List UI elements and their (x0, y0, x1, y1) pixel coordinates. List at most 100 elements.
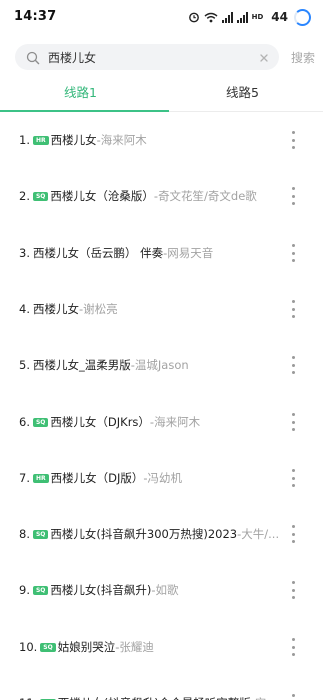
search-button[interactable]: 搜索 (291, 49, 315, 66)
more-options-icon[interactable] (287, 413, 299, 431)
more-options-icon[interactable] (287, 638, 299, 656)
song-number: 3. (19, 246, 30, 260)
song-item[interactable]: 4. 西楼儿女 - 谢松亮 (0, 281, 323, 337)
song-item[interactable]: 11.SQ西楼儿女(抖音飙升)会合曼畅听完整版-安... (0, 675, 323, 700)
song-number: 9. (19, 583, 30, 597)
song-number: 10. (19, 640, 38, 654)
more-dot (291, 202, 295, 205)
network-type-label: HD (251, 12, 264, 21)
more-dot (291, 484, 295, 487)
song-info: 2. SQ 西楼儿女（沧桑版） - 奇文花笙/奇文de歌 (19, 168, 281, 224)
song-info: 7. HR 西楼儿女（DJ版） - 冯幼机 (19, 450, 281, 506)
more-dot (291, 476, 295, 480)
more-dot (291, 532, 295, 536)
more-dot (291, 540, 295, 543)
song-artist: 大牛/... (241, 527, 280, 541)
song-item[interactable]: 6. SQ 西楼儿女（DJKrs） - 海来阿木 (0, 394, 323, 450)
more-dot (291, 244, 295, 247)
status-bar: 14:37 HD 44 (0, 0, 323, 34)
song-item[interactable]: 9. SQ 西楼儿女(抖音飙升) - 如歌 (0, 562, 323, 618)
more-options-icon[interactable] (287, 469, 299, 487)
song-item[interactable]: 5. 西楼儿女_温柔男版 - 温城Jason (0, 337, 323, 393)
more-dot (291, 596, 295, 599)
song-info: 10. SQ 姑娘别哭泣 - 张耀迪 (19, 619, 281, 675)
more-dot (291, 413, 295, 416)
more-dot (291, 194, 295, 198)
song-artist: 安... (255, 695, 277, 700)
song-info: 11.SQ西楼儿女(抖音飙升)会合曼畅听完整版-安... (19, 675, 281, 700)
song-number: 5. (19, 358, 30, 372)
song-number: 7. (19, 471, 30, 485)
alarm-icon (188, 11, 200, 23)
song-number: 4. (19, 302, 30, 316)
song-info: 8. SQ 西楼儿女(抖音飙升300万热搜)2023- 大牛/... (19, 506, 281, 562)
song-number: 11. (19, 696, 37, 700)
tab-route-1[interactable]: 线路1 (0, 78, 161, 112)
song-item[interactable]: 1. HR 西楼儿女 - 海来阿木 (0, 112, 323, 168)
more-dot (291, 420, 295, 424)
more-options-icon[interactable] (287, 244, 299, 262)
clear-icon[interactable] (257, 50, 271, 64)
song-item[interactable]: 3. 西楼儿女（岳云鹏） 伴奏 - 网易天音 (0, 225, 323, 281)
more-dot (291, 356, 295, 359)
signal-icon (221, 11, 233, 23)
more-dot (291, 187, 295, 190)
song-title: 西楼儿女(抖音飙升) (50, 583, 152, 597)
route-tabs: 线路1 线路5 (0, 78, 323, 112)
search-icon (26, 50, 40, 65)
song-title: 西楼儿女 (50, 133, 97, 147)
song-title: 西楼儿女 (32, 302, 79, 316)
song-title: 西楼儿女（DJ版） (50, 471, 144, 485)
song-number: 1. (19, 133, 30, 147)
song-title: 西楼儿女_温柔男版 (32, 358, 131, 372)
more-dot (291, 469, 295, 472)
quality-badge: SQ (32, 529, 49, 539)
more-dot (291, 307, 295, 311)
more-dot (291, 251, 295, 255)
more-dot (291, 315, 295, 318)
more-options-icon[interactable] (287, 356, 299, 374)
more-dot (291, 131, 295, 134)
quality-badge: SQ (32, 191, 49, 201)
search-input[interactable] (48, 44, 248, 70)
song-artist: 网易天音 (167, 246, 214, 260)
battery-icon (294, 8, 311, 26)
signal-icon-2 (236, 11, 248, 23)
more-options-icon[interactable] (287, 525, 299, 543)
song-title: 西楼儿女（DJKrs） (50, 415, 150, 429)
song-info: 5. 西楼儿女_温柔男版 - 温城Jason (19, 337, 281, 393)
song-info: 6. SQ 西楼儿女（DJKrs） - 海来阿木 (19, 394, 281, 450)
song-title: 西楼儿女(抖音飙升)会合曼畅听完整版 (58, 695, 251, 700)
song-artist: 温城Jason (134, 358, 189, 372)
song-item[interactable]: 2. SQ 西楼儿女（沧桑版） - 奇文花笙/奇文de歌 (0, 168, 323, 224)
quality-badge: HR (32, 135, 49, 145)
more-options-icon[interactable] (287, 581, 299, 599)
more-dot (291, 371, 295, 374)
song-artist: 谢松亮 (83, 302, 118, 316)
more-dot (291, 146, 295, 149)
song-artist: 奇文花笙/奇文de歌 (158, 189, 257, 203)
more-dot (291, 525, 295, 528)
more-dot (291, 300, 295, 303)
battery-level: 44 (271, 10, 288, 24)
quality-badge: SQ (32, 417, 49, 427)
tab-route-5[interactable]: 线路5 (162, 78, 323, 112)
song-info: 9. SQ 西楼儿女(抖音飙升) - 如歌 (19, 562, 281, 618)
song-title: 西楼儿女(抖音飙升300万热搜)2023 (50, 527, 238, 541)
song-artist: 海来阿木 (100, 133, 147, 147)
more-options-icon[interactable] (287, 300, 299, 318)
more-options-icon[interactable] (287, 131, 299, 149)
song-item[interactable]: 10. SQ 姑娘别哭泣 - 张耀迪 (0, 619, 323, 675)
song-number: 8. (19, 527, 30, 541)
song-item[interactable]: 8. SQ 西楼儿女(抖音飙升300万热搜)2023- 大牛/... (0, 506, 323, 562)
song-number: 2. (19, 189, 30, 203)
song-item[interactable]: 7. HR 西楼儿女（DJ版） - 冯幼机 (0, 450, 323, 506)
status-icons: HD 44 (188, 8, 311, 26)
song-artist: 如歌 (155, 583, 179, 597)
more-options-icon[interactable] (287, 187, 299, 205)
search-bar[interactable] (15, 44, 279, 70)
song-artist: 海来阿木 (154, 415, 201, 429)
song-info: 1. HR 西楼儿女 - 海来阿木 (19, 112, 281, 168)
quality-badge: SQ (40, 642, 56, 652)
more-options-icon[interactable] (287, 694, 299, 700)
